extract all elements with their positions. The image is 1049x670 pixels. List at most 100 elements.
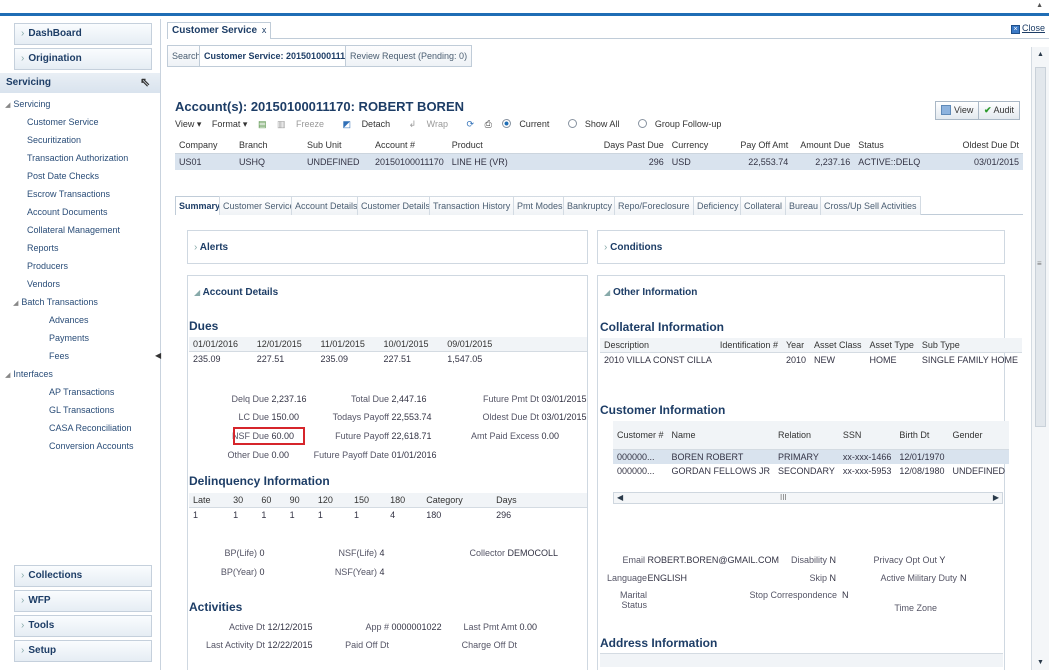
column-header[interactable]: Product (447, 137, 568, 154)
sidebar-item-setup[interactable]: › Setup (14, 640, 152, 662)
sidebar-item-dashboard[interactable]: › DashBoard (14, 23, 152, 45)
sidebar-item-vendors[interactable]: Vendors (5, 275, 160, 293)
subtab-review-request[interactable]: Review Request (Pending: 0) (345, 45, 473, 67)
table-row[interactable]: US01 USHQ UNDEFINED 20150100011170 LINE … (175, 153, 1023, 170)
column-header[interactable]: Currency (667, 137, 713, 154)
sidebar-item-origination[interactable]: › Origination (14, 48, 152, 70)
field-label: Other Due (227, 450, 269, 460)
tab-summary[interactable]: Summary (175, 196, 225, 215)
table-cell: 296 (567, 153, 668, 170)
sidebar-item-ap-transactions[interactable]: AP Transactions (5, 383, 160, 401)
tab-repo-foreclosure[interactable]: Repo/Foreclosure (614, 196, 694, 215)
audit-button[interactable]: ✔ Audit (978, 101, 1021, 120)
tab-customer-service[interactable]: Customer Service x (167, 22, 272, 39)
table-row[interactable]: 000000... GORDAN FELLOWS JR SECONDARY xx… (613, 464, 1009, 478)
sidebar-item-conversion-accounts[interactable]: Conversion Accounts (5, 437, 160, 455)
expand-triangle-icon[interactable]: ◢ (5, 372, 10, 379)
conditions-header[interactable]: › Conditions (604, 242, 662, 253)
tab-bankruptcy[interactable]: Bankruptcy (563, 196, 617, 215)
sidebar-item-payments[interactable]: Payments (5, 329, 160, 347)
sidebar-item-interfaces[interactable]: ◢ Interfaces (5, 365, 160, 383)
table-cell: 2,237.16 (792, 153, 855, 170)
tab-account-details[interactable]: Account Details (291, 196, 362, 215)
sidebar-item-label: Setup (28, 645, 57, 656)
scroll-up-icon[interactable]: ▲ (1036, 2, 1043, 9)
tab-cross-up-sell[interactable]: Cross/Up Sell Activities (820, 196, 921, 215)
tab-bureau[interactable]: Bureau (785, 196, 823, 215)
print-icon[interactable]: ⎙ (485, 119, 492, 129)
column-header[interactable]: Account # (371, 137, 448, 154)
field-label: NSF(Year) (334, 567, 377, 577)
table-row[interactable]: 2010 VILLA CONST CILLA 2010 NEW HOME SIN… (600, 353, 1022, 368)
scroll-down-icon[interactable]: ▼ (1037, 659, 1044, 666)
sidebar-item-account-documents[interactable]: Account Documents (5, 203, 160, 221)
alerts-panel[interactable]: › Alerts (187, 230, 588, 264)
scroll-up-icon[interactable]: ▲ (1037, 51, 1044, 58)
freeze-button[interactable]: ▥ Freeze (277, 119, 332, 129)
field-label: Stop Correspondence (749, 590, 837, 600)
column-header[interactable]: Amount Due (792, 137, 855, 154)
sidebar-item-securitization[interactable]: Securitization (5, 131, 160, 149)
column-header[interactable]: Sub Unit (303, 137, 371, 154)
detach-button[interactable]: ◩ Detach (343, 119, 399, 129)
sidebar-item-wfp[interactable]: › WFP (14, 590, 152, 612)
wrap-button[interactable]: ↲ Wrap (409, 119, 456, 129)
tab-customer-details[interactable]: Customer Details (357, 196, 435, 215)
scroll-left-icon[interactable]: ◀ (617, 493, 623, 502)
collapse-sidebar-icon[interactable]: ◀ (155, 351, 161, 360)
sidebar-item-tools[interactable]: › Tools (14, 615, 152, 637)
sidebar-item-post-date-checks[interactable]: Post Date Checks (5, 167, 160, 185)
sidebar-item-advances[interactable]: Advances (5, 311, 160, 329)
subtab-customer-service-account[interactable]: Customer Service: 20150100011170 (199, 45, 361, 67)
sidebar-item-escrow-transactions[interactable]: Escrow Transactions (5, 185, 160, 203)
expand-triangle-icon[interactable]: ◢ (13, 300, 18, 307)
column-header[interactable]: Status (854, 137, 935, 154)
column-header[interactable]: Days Past Due (567, 137, 668, 154)
tab-close-icon[interactable]: x (262, 25, 267, 35)
sidebar-item-batch-transactions[interactable]: ◢ Batch Transactions (5, 293, 160, 311)
account-details-header[interactable]: ◢ Account Details (194, 287, 278, 298)
sidebar-item-customer-service[interactable]: Customer Service (5, 113, 160, 131)
sidebar-item-servicing[interactable]: Servicing ⇖ (0, 73, 160, 93)
horizontal-scrollbar[interactable]: ◀ III ▶ (613, 492, 1003, 504)
tab-customer-service[interactable]: Customer Service (219, 196, 299, 215)
sidebar-item-collections[interactable]: › Collections (14, 565, 152, 587)
field-value: N (829, 555, 837, 565)
future-pmt-dt: Future Pmt Dt 03/01/2015 (465, 394, 587, 404)
vertical-scrollbar[interactable]: ▲ ≡ ▼ (1031, 47, 1049, 670)
view-button[interactable]: View (935, 101, 980, 120)
expand-triangle-icon[interactable]: ◢ (5, 102, 10, 109)
sidebar-item-label: Reports (27, 243, 59, 253)
sidebar-item-producers[interactable]: Producers (5, 257, 160, 275)
tab-deficiency[interactable]: Deficiency (693, 196, 743, 215)
scrollbar-thumb[interactable] (1035, 67, 1046, 427)
tab-transaction-history[interactable]: Transaction History (429, 196, 515, 215)
alerts-header[interactable]: › Alerts (194, 242, 228, 253)
close-button[interactable]: × Close (1010, 23, 1045, 34)
sidebar-item-collateral-management[interactable]: Collateral Management (5, 221, 160, 239)
sidebar-item-transaction-authorization[interactable]: Transaction Authorization (5, 149, 160, 167)
view-menu[interactable]: View ▾ (175, 119, 201, 129)
column-header[interactable]: Oldest Due Dt (934, 137, 1023, 154)
export-icon[interactable]: ▤ (258, 119, 267, 129)
column-header[interactable]: Pay Off Amt (712, 137, 793, 154)
table-row[interactable]: 000000... BOREN ROBERT PRIMARY xx-xxx-14… (613, 449, 1009, 464)
sidebar-item-gl-transactions[interactable]: GL Transactions (5, 401, 160, 419)
column-header[interactable]: Company (175, 137, 235, 154)
radio-group-followup[interactable]: Group Follow-up (637, 119, 730, 129)
column-header[interactable]: Branch (235, 137, 303, 154)
other-information-header[interactable]: ◢ Other Information (604, 287, 697, 298)
scroll-right-icon[interactable]: ▶ (993, 493, 999, 502)
column-header: 120 (313, 493, 350, 508)
sidebar-item-reports[interactable]: Reports (5, 239, 160, 257)
refresh-icon[interactable]: ⟳ (467, 119, 475, 129)
sidebar-item-servicing[interactable]: ◢ Servicing (5, 95, 160, 113)
format-menu[interactable]: Format ▾ (212, 119, 248, 129)
sidebar-item-casa-reconciliation[interactable]: CASA Reconciliation (5, 419, 160, 437)
tab-pmt-modes[interactable]: Pmt Modes (513, 196, 567, 215)
radio-current[interactable]: Current (502, 119, 557, 129)
conditions-panel[interactable]: › Conditions (597, 230, 1005, 264)
tab-collateral[interactable]: Collateral (740, 196, 787, 215)
radio-show-all[interactable]: Show All (567, 119, 628, 129)
sidebar-item-fees[interactable]: Fees (5, 347, 160, 365)
